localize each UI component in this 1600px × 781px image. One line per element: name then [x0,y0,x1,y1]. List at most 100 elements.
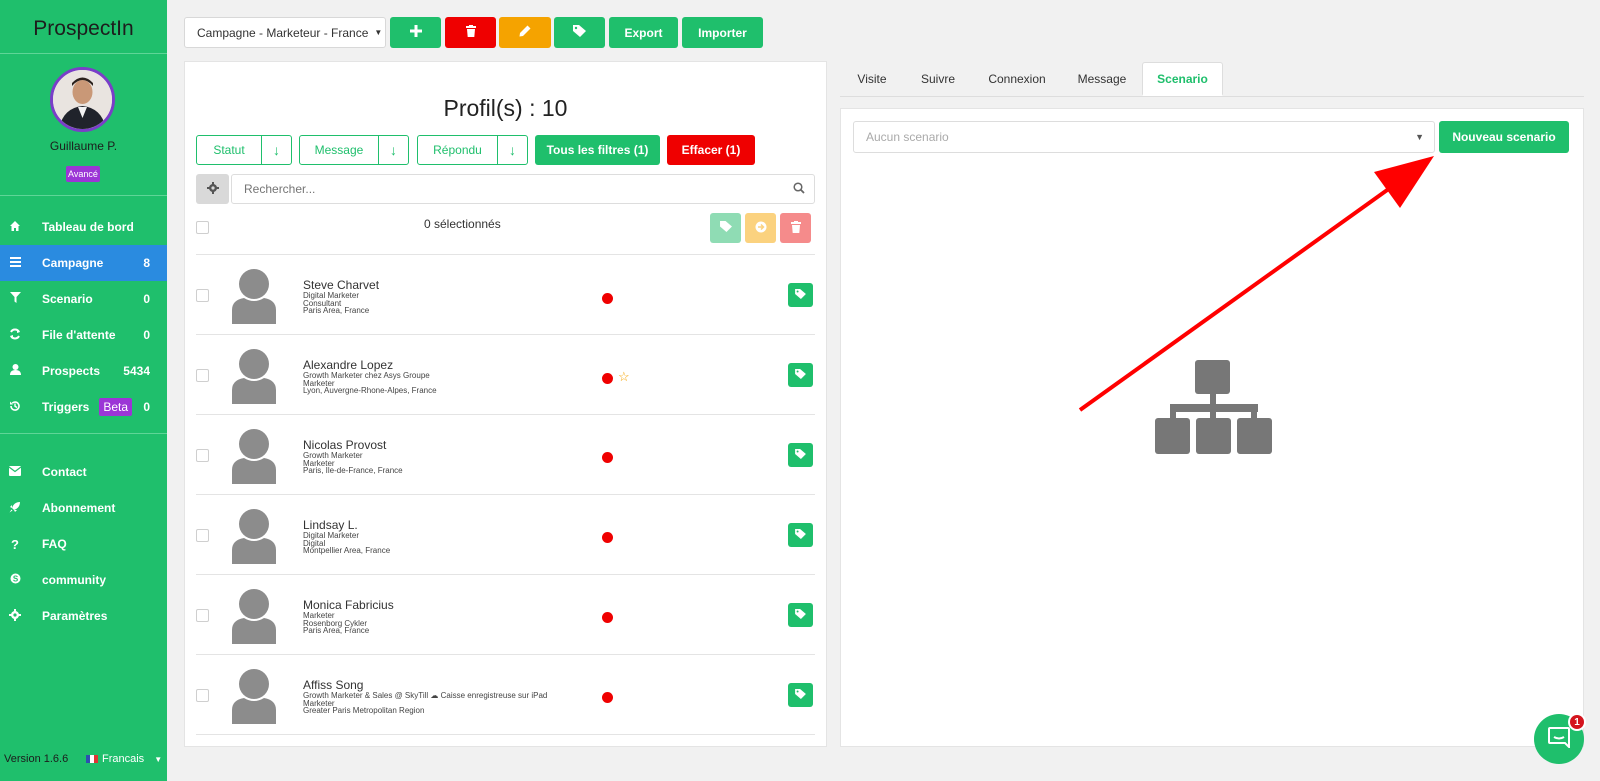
bulk-move-button[interactable] [745,213,776,243]
profiles-count-title: Profil(s) : 10 [443,95,568,121]
tab-suivre[interactable]: Suivre [912,62,964,96]
row-checkbox[interactable] [196,609,209,622]
sidebar-item-faq[interactable]: ? FAQ [0,526,167,562]
import-button[interactable]: Importer [682,17,763,48]
row-tag-button[interactable] [788,603,813,627]
row-tag-button[interactable] [788,523,813,547]
bulk-tag-button[interactable] [710,213,741,243]
tag-icon [795,446,806,464]
sidebar-divider [0,433,167,434]
question-icon: ? [11,536,19,552]
brand-logo[interactable]: ProspectIn [0,0,167,54]
campaign-select[interactable]: Campagne - Marketeur - France ▼ [184,17,386,48]
tag-campaign-button[interactable] [554,17,605,48]
sidebar-item-scenario[interactable]: Scenario 0 [0,281,167,317]
row-divider [196,334,815,335]
search-field[interactable] [231,174,815,204]
row-divider [196,734,815,735]
status-dot [602,692,613,703]
status-dot [602,532,613,543]
delete-campaign-button[interactable] [445,17,496,48]
sidebar-item-label: Scenario [42,292,93,306]
filter-statut[interactable]: Statut ↓ [196,135,292,165]
language-selector[interactable]: Francais ▼ [86,753,162,765]
tab-scenario[interactable]: Scenario [1142,62,1223,96]
chat-icon [1547,726,1571,753]
row-checkbox[interactable] [196,529,209,542]
tab-connexion[interactable]: Connexion [980,62,1054,96]
tab-visite[interactable]: Visite [848,62,896,96]
profile-location: Paris Area, France [303,306,370,315]
arrow-down-icon: ↓ [497,136,527,164]
row-checkbox[interactable] [196,289,209,302]
sidebar-item-campagne[interactable]: Campagne 8 [0,245,167,281]
search-input[interactable] [244,182,784,196]
default-avatar-icon [232,429,276,484]
chat-unread-badge: 1 [1568,713,1586,731]
profile-name[interactable]: Alexandre Lopez [303,358,393,372]
star-icon[interactable]: ☆ [618,369,630,385]
profile-name[interactable]: Steve Charvet [303,278,379,292]
select-all-checkbox[interactable] [196,221,209,234]
sidebar-divider [0,195,167,196]
plus-icon [409,25,422,40]
profile-location: Paris Area, France [303,626,370,635]
status-dot [602,293,613,304]
tag-icon [795,686,806,704]
filter-icon [0,292,30,306]
user-avatar[interactable] [50,67,115,132]
row-tag-button[interactable] [788,443,813,467]
arrow-circle-icon [755,221,767,236]
row-tag-button[interactable] [788,363,813,387]
row-divider [196,574,815,575]
bulk-delete-button[interactable] [780,213,811,243]
filter-repondu[interactable]: Répondu ↓ [417,135,528,165]
sidebar-item-count: 0 [143,400,150,414]
tag-icon [719,221,732,235]
filter-message[interactable]: Message ↓ [299,135,409,165]
rocket-icon [0,501,30,516]
app-version: Version 1.6.6 [4,753,69,765]
sidebar-item-count: 0 [143,328,150,342]
row-divider [196,254,815,255]
sidebar-item-community[interactable]: S community [0,562,167,598]
trash-icon [465,25,476,40]
row-tag-button[interactable] [788,683,813,707]
profile-name[interactable]: Monica Fabricius [303,598,394,612]
row-checkbox[interactable] [196,689,209,702]
caret-down-icon: ▼ [1415,132,1424,142]
caret-down-icon: ▼ [374,28,383,37]
edit-campaign-button[interactable] [499,17,551,48]
profile-name[interactable]: Lindsay L. [303,518,358,532]
row-checkbox[interactable] [196,369,209,382]
sidebar-item-tableau-de-bord[interactable]: Tableau de bord [0,209,167,245]
pencil-icon [519,25,531,40]
add-campaign-button[interactable] [390,17,441,48]
tab-message[interactable]: Message [1070,62,1134,96]
sidebar-item-label: community [42,573,107,587]
row-divider [196,494,815,495]
row-checkbox[interactable] [196,449,209,462]
sidebar-item-label: File d'attente [42,328,116,342]
clear-filters-button[interactable]: Effacer (1) [667,135,755,165]
profile-name[interactable]: Nicolas Provost [303,438,386,452]
arrow-down-icon: ↓ [261,136,291,164]
sidebar-item-parametres[interactable]: Paramètres [0,598,167,634]
export-button[interactable]: Export [609,17,678,48]
sidebar-item-count: 5434 [123,364,150,378]
sidebar-item-triggers[interactable]: Triggers Beta 0 [0,389,167,425]
sidebar-item-label: Triggers Beta [30,398,143,416]
sidebar-item-prospects[interactable]: Prospects 5434 [0,353,167,389]
sidebar-item-file-attente[interactable]: File d'attente 0 [0,317,167,353]
list-settings-button[interactable] [196,174,229,204]
profile-name[interactable]: Affiss Song [303,678,363,692]
sidebar-item-abonnement[interactable]: Abonnement [0,490,167,526]
status-dot [602,452,613,463]
filter-label: Statut [213,143,245,157]
sidebar-item-contact[interactable]: Contact [0,454,167,490]
tabs-underline [840,96,1584,97]
all-filters-button[interactable]: Tous les filtres (1) [535,135,660,165]
row-tag-button[interactable] [788,283,813,307]
new-scenario-button[interactable]: Nouveau scenario [1439,121,1569,153]
filter-label: Message [314,143,364,157]
